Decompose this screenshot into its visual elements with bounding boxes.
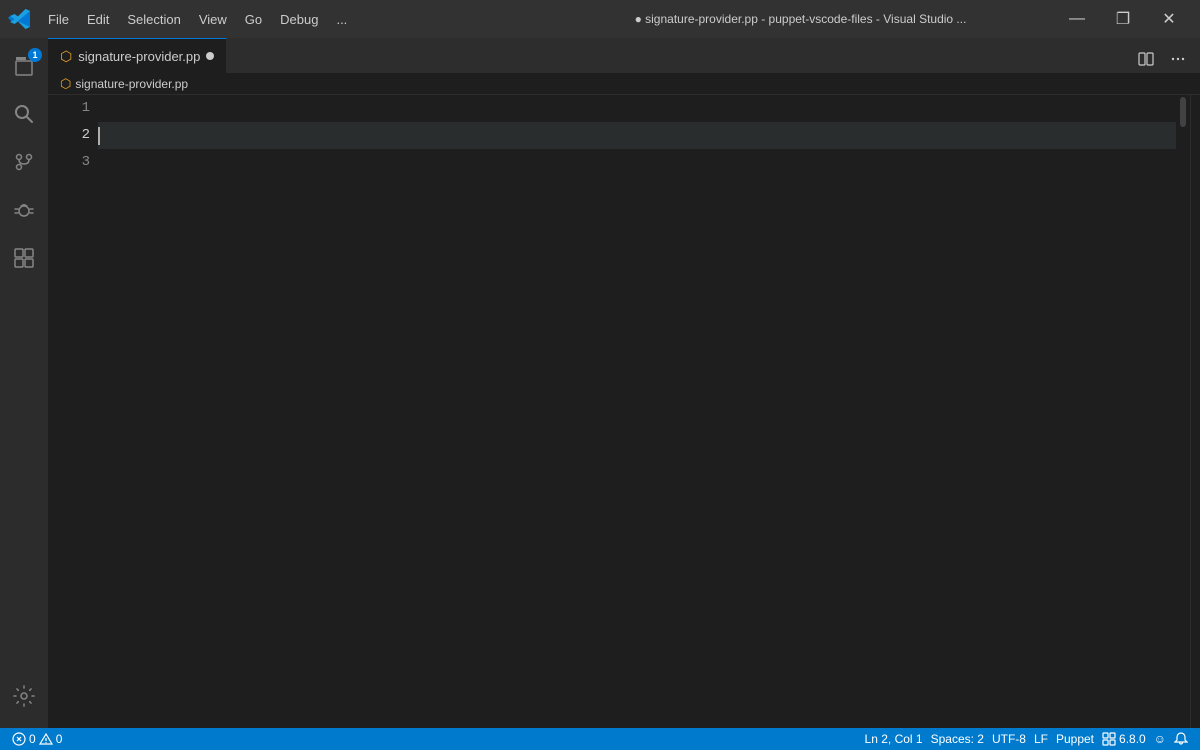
activity-settings-icon[interactable]	[0, 672, 48, 720]
line-number-2: 2	[56, 122, 90, 149]
status-left: 0 0	[8, 728, 66, 750]
more-actions-button[interactable]	[1164, 45, 1192, 73]
status-right: Ln 2, Col 1 Spaces: 2 UTF-8 LF Puppet 6.…	[861, 728, 1192, 750]
editor-area: ⬡ signature-provider.pp	[48, 38, 1200, 728]
menu-more[interactable]: ...	[328, 8, 355, 31]
split-editor-button[interactable]	[1132, 45, 1160, 73]
editor-tab[interactable]: ⬡ signature-provider.pp	[48, 38, 227, 73]
status-spaces[interactable]: Spaces: 2	[927, 728, 988, 750]
editor-line-1	[98, 95, 1176, 122]
activity-source-control-icon[interactable]	[0, 138, 48, 186]
text-cursor	[98, 127, 100, 145]
breadcrumb-filename[interactable]: signature-provider.pp	[75, 77, 188, 91]
explorer-badge: 1	[28, 48, 42, 62]
activity-debug-icon[interactable]	[0, 186, 48, 234]
status-bar: 0 0 Ln 2, Col 1 Spaces: 2 UTF-8 LF Puppe…	[0, 728, 1200, 750]
error-count: 0	[29, 732, 36, 746]
menu-file[interactable]: File	[40, 8, 77, 31]
scrollbar-thumb	[1180, 97, 1186, 127]
status-language[interactable]: Puppet	[1052, 728, 1098, 750]
editor-content[interactable]: 1 2 3	[48, 95, 1200, 728]
minimize-button[interactable]: —	[1054, 0, 1100, 38]
maximize-button[interactable]: ❐	[1100, 0, 1146, 38]
menu-go[interactable]: Go	[237, 8, 270, 31]
activity-bottom	[0, 672, 48, 724]
puppet-file-icon: ⬡	[60, 48, 72, 65]
window-title: ● signature-provider.pp - puppet-vscode-…	[547, 12, 1054, 26]
breadcrumb: ⬡ signature-provider.pp	[48, 73, 1200, 95]
unsaved-indicator	[206, 52, 214, 60]
status-line-ending[interactable]: LF	[1030, 728, 1052, 750]
status-extension-version[interactable]: 6.8.0	[1098, 728, 1150, 750]
editor-lines	[98, 95, 1176, 728]
line-number-3: 3	[56, 149, 90, 176]
line-number-1: 1	[56, 95, 90, 122]
menu-view[interactable]: View	[191, 8, 235, 31]
activity-extensions-icon[interactable]	[0, 234, 48, 282]
status-errors[interactable]: 0 0	[8, 728, 66, 750]
activity-bar: 1	[0, 38, 48, 728]
close-button[interactable]: ✕	[1146, 0, 1192, 38]
breadcrumb-file-icon: ⬡	[60, 76, 71, 92]
title-bar: File Edit Selection View Go Debug ... ● …	[0, 0, 1200, 38]
vertical-scrollbar[interactable]	[1176, 95, 1190, 728]
editor-line-2	[98, 122, 1176, 149]
menu-edit[interactable]: Edit	[79, 8, 117, 31]
status-encoding[interactable]: UTF-8	[988, 728, 1030, 750]
status-feedback[interactable]: ☺	[1150, 728, 1170, 750]
status-notifications[interactable]	[1170, 728, 1192, 750]
main-layout: 1	[0, 38, 1200, 728]
line-numbers: 1 2 3	[48, 95, 98, 728]
menu-bar: File Edit Selection View Go Debug ...	[40, 8, 547, 31]
window-controls: — ❐ ✕	[1054, 0, 1192, 38]
editor-line-3	[98, 149, 1176, 176]
status-position[interactable]: Ln 2, Col 1	[861, 728, 927, 750]
activity-search-icon[interactable]	[0, 90, 48, 138]
warning-count: 0	[56, 732, 63, 746]
tab-actions	[1132, 45, 1200, 73]
menu-debug[interactable]: Debug	[272, 8, 326, 31]
vscode-logo-icon	[8, 7, 32, 31]
menu-selection[interactable]: Selection	[119, 8, 188, 31]
activity-explorer-icon[interactable]: 1	[0, 42, 48, 90]
tab-filename: signature-provider.pp	[78, 49, 200, 64]
tab-bar: ⬡ signature-provider.pp	[48, 38, 1200, 73]
minimap	[1190, 95, 1200, 728]
